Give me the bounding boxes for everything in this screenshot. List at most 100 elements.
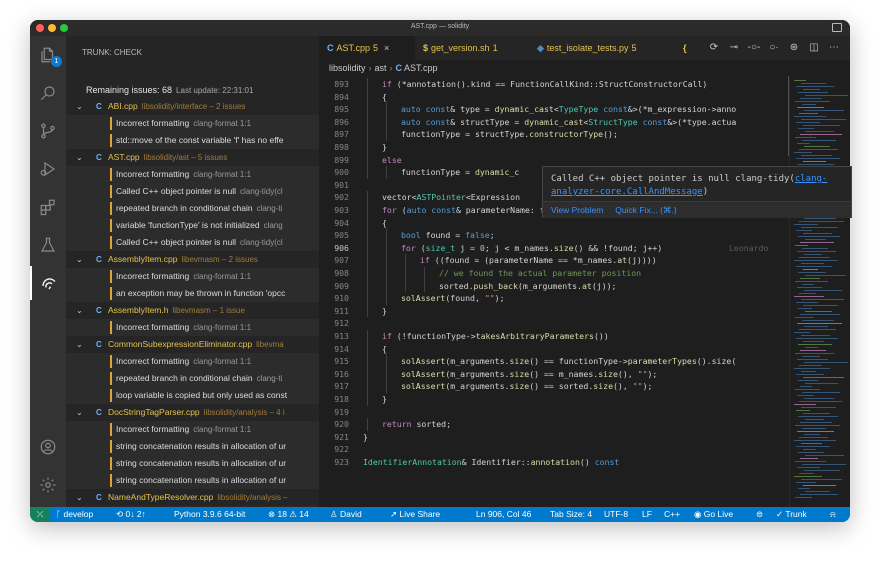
remote-icon[interactable]: ⤫ (30, 507, 50, 522)
status-eol[interactable]: LF (642, 507, 652, 522)
close-tab-icon[interactable]: × (384, 43, 389, 53)
status-tab-size[interactable]: Tab Size: 4 (550, 507, 592, 522)
quick-fix-button[interactable]: Quick Fix... (⌘.) (615, 205, 676, 215)
issue-row[interactable]: Incorrect formattingclang-format 1:1 (66, 319, 319, 336)
code-line[interactable]: 922 (319, 443, 789, 456)
status-encoding[interactable]: UTF-8 (604, 507, 628, 522)
file-group-row[interactable]: ⌄ C CommonSubexpressionEliminator.cpp libev… (66, 336, 319, 353)
file-group-row[interactable]: ⌄ C AssemblyItem.cpp libevmasm – 2 issues (66, 251, 319, 268)
open-changes-icon[interactable]: ⊛ (787, 41, 801, 55)
code-line[interactable]: 908 // we found the actual parameter posi… (319, 267, 789, 280)
issue-row[interactable]: variable 'functionType' is not initializ… (66, 217, 319, 234)
notifications-bell-icon[interactable]: ⍾ (830, 507, 836, 522)
account-icon[interactable] (30, 430, 66, 464)
code-line[interactable]: 910 solAssert(found, ""); (319, 292, 789, 305)
code-line[interactable]: 905 bool found = false; (319, 229, 789, 242)
issue-row[interactable]: Called C++ object pointer is null clang-t… (66, 234, 319, 251)
breadcrumb-folder[interactable]: ast (375, 63, 387, 73)
trunk-icon[interactable] (30, 266, 66, 300)
status-branch[interactable]: ᚴ develop (56, 507, 93, 522)
issue-row[interactable]: string concatenation results in allocati… (66, 472, 319, 489)
chevron-down-icon[interactable]: ⌄ (76, 149, 83, 166)
code-editor[interactable]: 893 if (*annotation().kind == FunctionCal… (319, 76, 789, 507)
issue-row[interactable]: Incorrect formattingclang-format 1:1 (66, 268, 319, 285)
testing-flask-icon[interactable] (30, 228, 66, 262)
code-line[interactable]: 896 auto const& structType = dynamic_cast… (319, 115, 789, 129)
breadcrumb-root[interactable]: libsolidity (329, 63, 366, 73)
copilot-icon[interactable]: ⊜ (756, 507, 763, 522)
code-line[interactable]: 897 functionType = structType.constructor… (319, 128, 789, 141)
code-line[interactable]: 923 IdentifierAnnotation& Identifier::ann… (319, 456, 789, 469)
chevron-down-icon[interactable]: ⌄ (76, 98, 83, 115)
code-line[interactable]: 919 (319, 406, 789, 419)
code-line[interactable]: 907 if ((found = (parameterName == *m_nam… (319, 254, 789, 267)
search-icon[interactable] (30, 76, 66, 110)
split-editor-icon[interactable]: ◫ (807, 41, 821, 55)
minimap[interactable] (789, 76, 850, 507)
breadcrumb-file[interactable]: AST.cpp (404, 63, 438, 73)
issue-row[interactable]: Called C++ object pointer is null clang-t… (66, 183, 319, 200)
issue-row[interactable]: an exception may be thrown in function '… (66, 285, 319, 302)
more-actions-icon[interactable]: ⋯ (827, 41, 841, 55)
file-group-row[interactable]: ⌄ C NameAndTypeResolver.cpp libsolidity/ana… (66, 489, 319, 506)
issue-row[interactable]: loop variable is copied but only used as… (66, 387, 319, 404)
trunk-toolbar-icon[interactable]: ⟳ (707, 41, 721, 55)
status-live-share[interactable]: ↗ Live Share (390, 507, 440, 522)
code-line[interactable]: 898} (319, 141, 789, 154)
issue-row[interactable]: Incorrect formattingclang-format 1:1 (66, 115, 319, 132)
git-commit-icon[interactable]: ⊸ (727, 41, 741, 55)
file-group-row[interactable]: ⌄ C AssemblyItem.h libevmasm – 1 issue (66, 302, 319, 319)
settings-gear-icon[interactable] (30, 468, 66, 502)
code-line[interactable]: 915 solAssert(m_arguments.size() == funct… (319, 355, 789, 368)
status-trunk[interactable]: ✓ Trunk (776, 507, 807, 522)
run-debug-icon[interactable] (30, 152, 66, 186)
code-line[interactable]: 899 else (319, 153, 789, 167)
code-line[interactable]: 906 for (size_t j = 0; j < m_names.size()… (319, 241, 789, 255)
extensions-icon[interactable] (30, 190, 66, 224)
code-line[interactable]: 912 (319, 317, 789, 330)
status-user[interactable]: ♙ David (330, 507, 362, 522)
layout-icon[interactable] (832, 23, 842, 32)
file-group-row[interactable]: ⌄ C DocStringTagParser.cpp libsolidity/anal… (66, 404, 319, 421)
code-line[interactable]: 911} (319, 304, 789, 318)
status-cursor-position[interactable]: Ln 906, Col 46 (476, 507, 531, 522)
code-line[interactable]: 921} (319, 431, 789, 444)
code-line[interactable]: 895 auto const& type = dynamic_cast<TypeT… (319, 103, 789, 116)
code-line[interactable]: 909 sorted.push_back(m_arguments.at(j)); (319, 279, 789, 293)
code-line[interactable]: 893 if (*annotation().kind == FunctionCal… (319, 78, 789, 91)
issue-row[interactable]: repeated branch in conditional chain clan… (66, 200, 319, 217)
file-group-row[interactable]: ⌄ C ABI.cpp libsolidity/interface – 2 issue… (66, 98, 319, 115)
chevron-down-icon[interactable]: ⌄ (76, 336, 83, 353)
chevron-down-icon[interactable]: ⌄ (76, 489, 83, 506)
status-go-live[interactable]: ◉ Go Live (694, 507, 733, 522)
tab-get-version-sh[interactable]: $ get_version.sh 1 (415, 36, 529, 60)
code-line[interactable]: 920 return sorted; (319, 418, 789, 431)
code-line[interactable]: 914 { (319, 342, 789, 356)
issue-row[interactable]: Incorrect formattingclang-format 1:1 (66, 353, 319, 370)
issue-row[interactable]: Incorrect formattingclang-format 1:1 (66, 421, 319, 438)
issue-row[interactable]: std::move of the const variable 'f' has … (66, 132, 319, 149)
chevron-down-icon[interactable]: ⌄ (76, 302, 83, 319)
code-line[interactable]: 894 { (319, 90, 789, 104)
issue-row[interactable]: string concatenation results in allocati… (66, 455, 319, 472)
issue-row[interactable]: string concatenation results in allocati… (66, 438, 319, 455)
chevron-down-icon[interactable]: ⌄ (76, 404, 83, 421)
git-compare-icon[interactable]: -○- (747, 41, 761, 55)
tab-test-isolate-tests-py[interactable]: ◆ test_isolate_tests.py 5 (529, 36, 675, 60)
tab-json-file[interactable]: { (675, 36, 695, 60)
code-line[interactable]: 916 solAssert(m_arguments.size() == m_nam… (319, 367, 789, 381)
chevron-down-icon[interactable]: ⌄ (76, 251, 83, 268)
tab-ast-cpp[interactable]: C AST.cpp 5 × (319, 36, 415, 60)
issue-row[interactable]: Incorrect formattingclang-format 1:1 (66, 166, 319, 183)
source-control-icon[interactable] (30, 114, 66, 148)
git-next-icon[interactable]: ○· (767, 41, 781, 55)
status-python[interactable]: Python 3.9.6 64-bit (174, 507, 245, 522)
status-problems[interactable]: ⊗ 18 ⚠ 14 (268, 507, 309, 522)
status-sync[interactable]: ⟲ 0↓ 2↑ (116, 507, 146, 522)
issue-row[interactable]: repeated branch in conditional chain clan… (66, 370, 319, 387)
status-language[interactable]: C++ (664, 507, 680, 522)
file-group-row[interactable]: ⌄ C AST.cpp libsolidity/ast – 5 issues (66, 149, 319, 166)
explorer-icon[interactable] (30, 38, 66, 72)
view-problem-button[interactable]: View Problem (551, 205, 603, 215)
code-line[interactable]: 913 if (!functionType->takesArbitraryPara… (319, 330, 789, 343)
